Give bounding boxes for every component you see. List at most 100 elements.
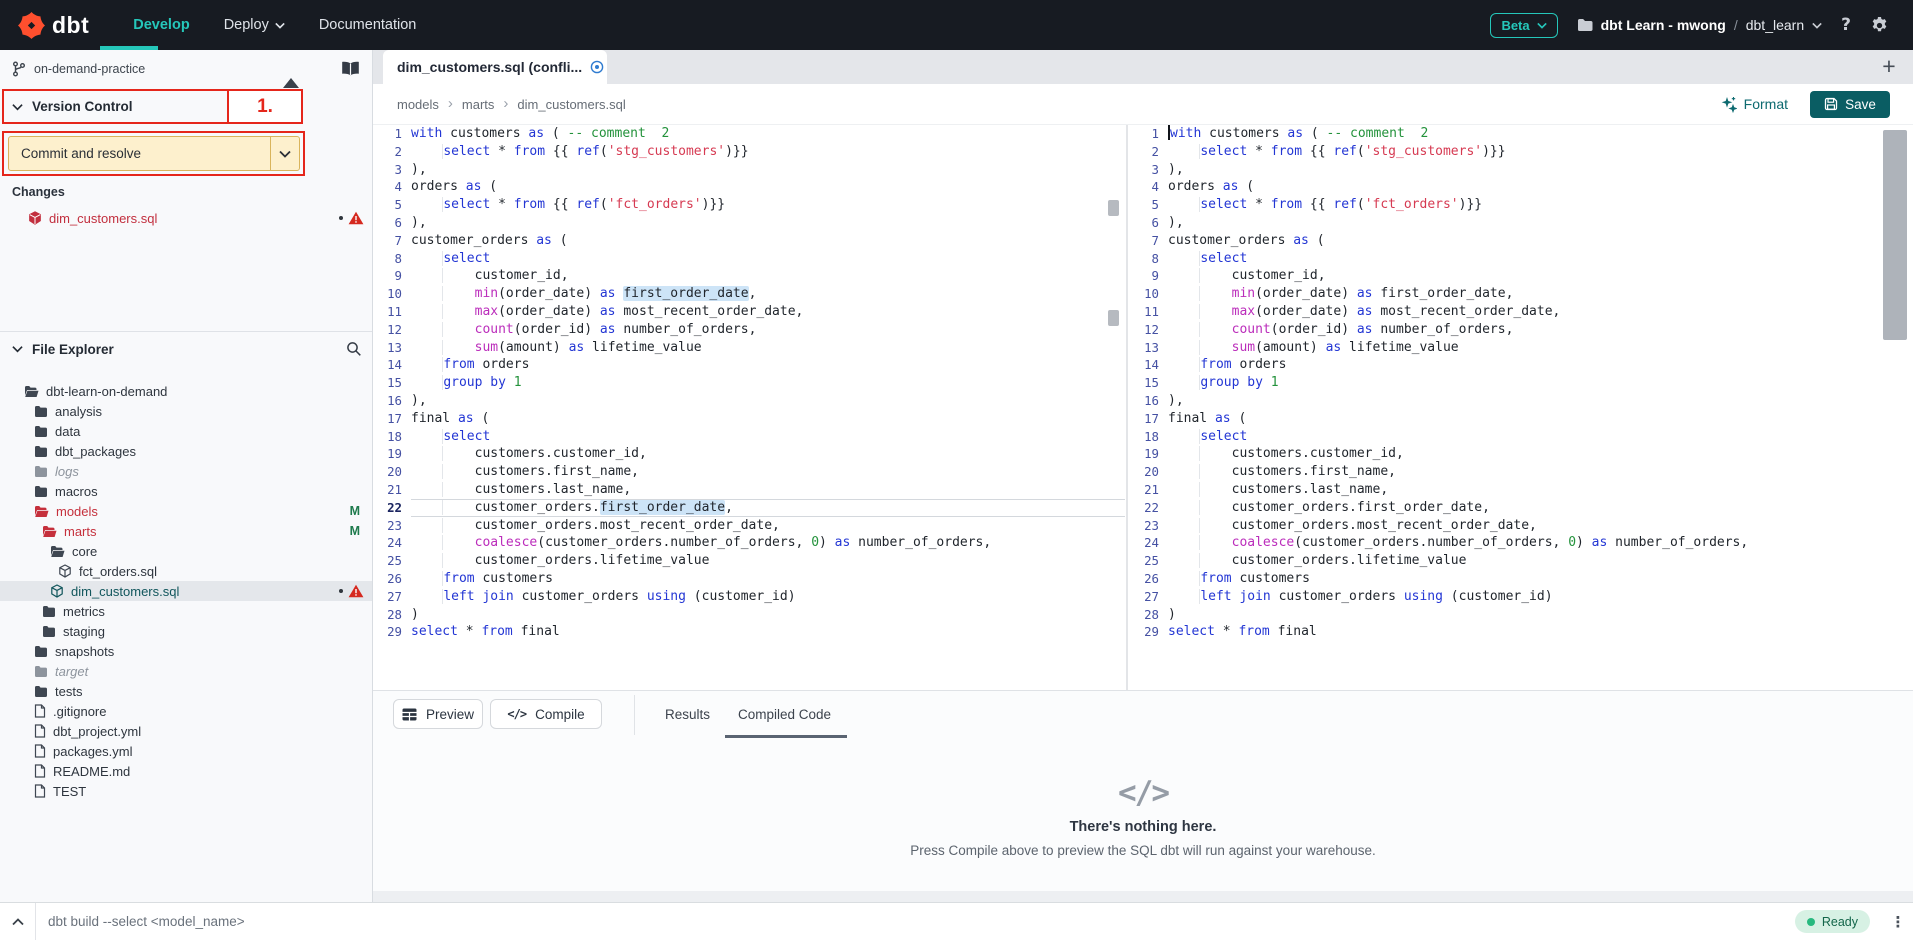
tree-item-tests[interactable]: tests xyxy=(0,681,372,701)
code-line[interactable]: 21 customers.last_name, xyxy=(1130,481,1913,499)
code-line[interactable]: 5 select * from {{ ref('fct_orders')}} xyxy=(373,196,1125,214)
version-control-header[interactable]: Version Control xyxy=(0,89,372,124)
pane-divider[interactable] xyxy=(1126,125,1128,690)
help-icon[interactable]: ? xyxy=(1841,15,1851,35)
code-line[interactable]: 18 select xyxy=(373,428,1125,446)
save-button[interactable]: Save xyxy=(1810,91,1890,118)
nav-documentation[interactable]: Documentation xyxy=(319,17,417,33)
tree-item-data[interactable]: data xyxy=(0,421,372,441)
kebab-menu-icon[interactable]: ⋮ xyxy=(1883,913,1913,931)
tree-item--gitignore[interactable]: .gitignore xyxy=(0,701,372,721)
code-line[interactable]: 20 customers.first_name, xyxy=(373,463,1125,481)
code-line[interactable]: 12 count(order_id) as number_of_orders, xyxy=(1130,321,1913,339)
code-line[interactable]: 10 min(order_date) as first_order_date, xyxy=(1130,285,1913,303)
commit-options-dropdown[interactable] xyxy=(271,150,299,158)
breadcrumb-file[interactable]: dim_customers.sql xyxy=(517,97,625,112)
tree-item-test[interactable]: TEST xyxy=(0,781,372,801)
new-tab-button[interactable]: + xyxy=(1875,52,1903,82)
chevron-up-icon[interactable] xyxy=(0,918,35,926)
breadcrumb-marts[interactable]: marts xyxy=(462,97,495,112)
code-line[interactable]: 14 from orders xyxy=(1130,356,1913,374)
git-branch-row[interactable]: on-demand-practice xyxy=(0,50,372,88)
code-line[interactable]: 15 group by 1 xyxy=(373,374,1125,392)
code-line[interactable]: 24 coalesce(customer_orders.number_of_or… xyxy=(373,534,1125,552)
code-line[interactable]: 7customer_orders as ( xyxy=(1130,232,1913,250)
breadcrumb-models[interactable]: models xyxy=(397,97,439,112)
tree-item-core[interactable]: core xyxy=(0,541,372,561)
code-line[interactable]: 17final as ( xyxy=(373,410,1125,428)
code-line[interactable]: 2 select * from {{ ref('stg_customers')}… xyxy=(373,143,1125,161)
code-line[interactable]: 29select * from final xyxy=(373,623,1125,641)
code-line[interactable]: 11 max(order_date) as most_recent_order_… xyxy=(1130,303,1913,321)
code-line[interactable]: 13 sum(amount) as lifetime_value xyxy=(373,339,1125,357)
scrollbar-thumb[interactable] xyxy=(1108,310,1119,326)
code-line[interactable]: 28) xyxy=(1130,606,1913,624)
code-line[interactable]: 1with customers as ( -- comment 2 xyxy=(373,125,1125,143)
code-line[interactable]: 14 from orders xyxy=(373,356,1125,374)
code-line[interactable]: 6), xyxy=(1130,214,1913,232)
code-line[interactable]: 17final as ( xyxy=(1130,410,1913,428)
code-line[interactable]: 9 customer_id, xyxy=(373,267,1125,285)
commit-and-resolve-button[interactable]: Commit and resolve xyxy=(8,136,300,171)
code-line[interactable]: 19 customers.customer_id, xyxy=(1130,445,1913,463)
code-line[interactable]: 3), xyxy=(373,161,1125,179)
code-line[interactable]: 21 customers.last_name, xyxy=(373,481,1125,499)
tree-item-target[interactable]: target xyxy=(0,661,372,681)
code-line[interactable]: 22 customer_orders.first_order_date, xyxy=(1130,499,1913,517)
code-line[interactable]: 28) xyxy=(373,606,1125,624)
code-line[interactable]: 11 max(order_date) as most_recent_order_… xyxy=(373,303,1125,321)
beta-badge[interactable]: Beta xyxy=(1490,13,1557,38)
tree-item-staging[interactable]: staging xyxy=(0,621,372,641)
code-line[interactable]: 24 coalesce(customer_orders.number_of_or… xyxy=(1130,534,1913,552)
code-line[interactable]: 6), xyxy=(373,214,1125,232)
tree-item-metrics[interactable]: metrics xyxy=(0,601,372,621)
code-line[interactable]: 25 customer_orders.lifetime_value xyxy=(1130,552,1913,570)
code-line[interactable]: 22 customer_orders.first_order_date, xyxy=(373,499,1125,517)
command-input[interactable]: dbt build --select <model_name> xyxy=(48,914,1795,929)
tree-item-marts[interactable]: martsM xyxy=(0,521,372,541)
code-line[interactable]: 25 customer_orders.lifetime_value xyxy=(373,552,1125,570)
code-pane-right[interactable]: 1with customers as ( -- comment 22 selec… xyxy=(1130,125,1913,690)
code-line[interactable]: 26 from customers xyxy=(373,570,1125,588)
code-line[interactable]: 9 customer_id, xyxy=(1130,267,1913,285)
tree-item-dbt-packages[interactable]: dbt_packages xyxy=(0,441,372,461)
scrollbar-thumb[interactable] xyxy=(1108,200,1119,216)
code-line[interactable]: 1with customers as ( -- comment 2 xyxy=(1130,125,1913,143)
tree-item-macros[interactable]: macros xyxy=(0,481,372,501)
code-line[interactable]: 29select * from final xyxy=(1130,623,1913,641)
code-line[interactable]: 8 select xyxy=(1130,250,1913,268)
code-line[interactable]: 4orders as ( xyxy=(373,178,1125,196)
code-line[interactable]: 19 customers.customer_id, xyxy=(373,445,1125,463)
tree-item-fct-orders-sql[interactable]: fct_orders.sql xyxy=(0,561,372,581)
code-line[interactable]: 27 left join customer_orders using (cust… xyxy=(373,588,1125,606)
code-line[interactable]: 4orders as ( xyxy=(1130,178,1913,196)
changed-file-row[interactable]: dim_customers.sql xyxy=(0,208,372,228)
tab-dim-customers[interactable]: dim_customers.sql (confli... xyxy=(383,50,607,84)
search-icon[interactable] xyxy=(346,341,362,357)
tree-item-models[interactable]: modelsM xyxy=(0,501,372,521)
code-line[interactable]: 3), xyxy=(1130,161,1913,179)
file-explorer-header[interactable]: File Explorer xyxy=(0,332,372,366)
nav-develop[interactable]: Develop xyxy=(133,17,189,33)
code-line[interactable]: 16), xyxy=(1130,392,1913,410)
code-line[interactable]: 18 select xyxy=(1130,428,1913,446)
dbt-logo[interactable]: dbt xyxy=(18,12,89,39)
code-line[interactable]: 5 select * from {{ ref('fct_orders')}} xyxy=(1130,196,1913,214)
scrollbar-thumb[interactable] xyxy=(1883,130,1907,340)
code-line[interactable]: 20 customers.first_name, xyxy=(1130,463,1913,481)
code-line[interactable]: 27 left join customer_orders using (cust… xyxy=(1130,588,1913,606)
gear-icon[interactable] xyxy=(1870,16,1889,35)
tree-item-dim-customers-sql[interactable]: dim_customers.sql xyxy=(0,581,372,601)
code-line[interactable]: 10 min(order_date) as first_order_date, xyxy=(373,285,1125,303)
tree-item-readme-md[interactable]: README.md xyxy=(0,761,372,781)
tree-item-analysis[interactable]: analysis xyxy=(0,401,372,421)
format-button[interactable]: Format xyxy=(1720,96,1788,113)
code-line[interactable]: 16), xyxy=(373,392,1125,410)
code-pane-left[interactable]: 1with customers as ( -- comment 22 selec… xyxy=(373,125,1125,690)
tree-item-snapshots[interactable]: snapshots xyxy=(0,641,372,661)
code-line[interactable]: 23 customer_orders.most_recent_order_dat… xyxy=(373,517,1125,535)
code-line[interactable]: 23 customer_orders.most_recent_order_dat… xyxy=(1130,517,1913,535)
nav-deploy[interactable]: Deploy xyxy=(224,17,285,33)
code-line[interactable]: 12 count(order_id) as number_of_orders, xyxy=(373,321,1125,339)
code-line[interactable]: 15 group by 1 xyxy=(1130,374,1913,392)
